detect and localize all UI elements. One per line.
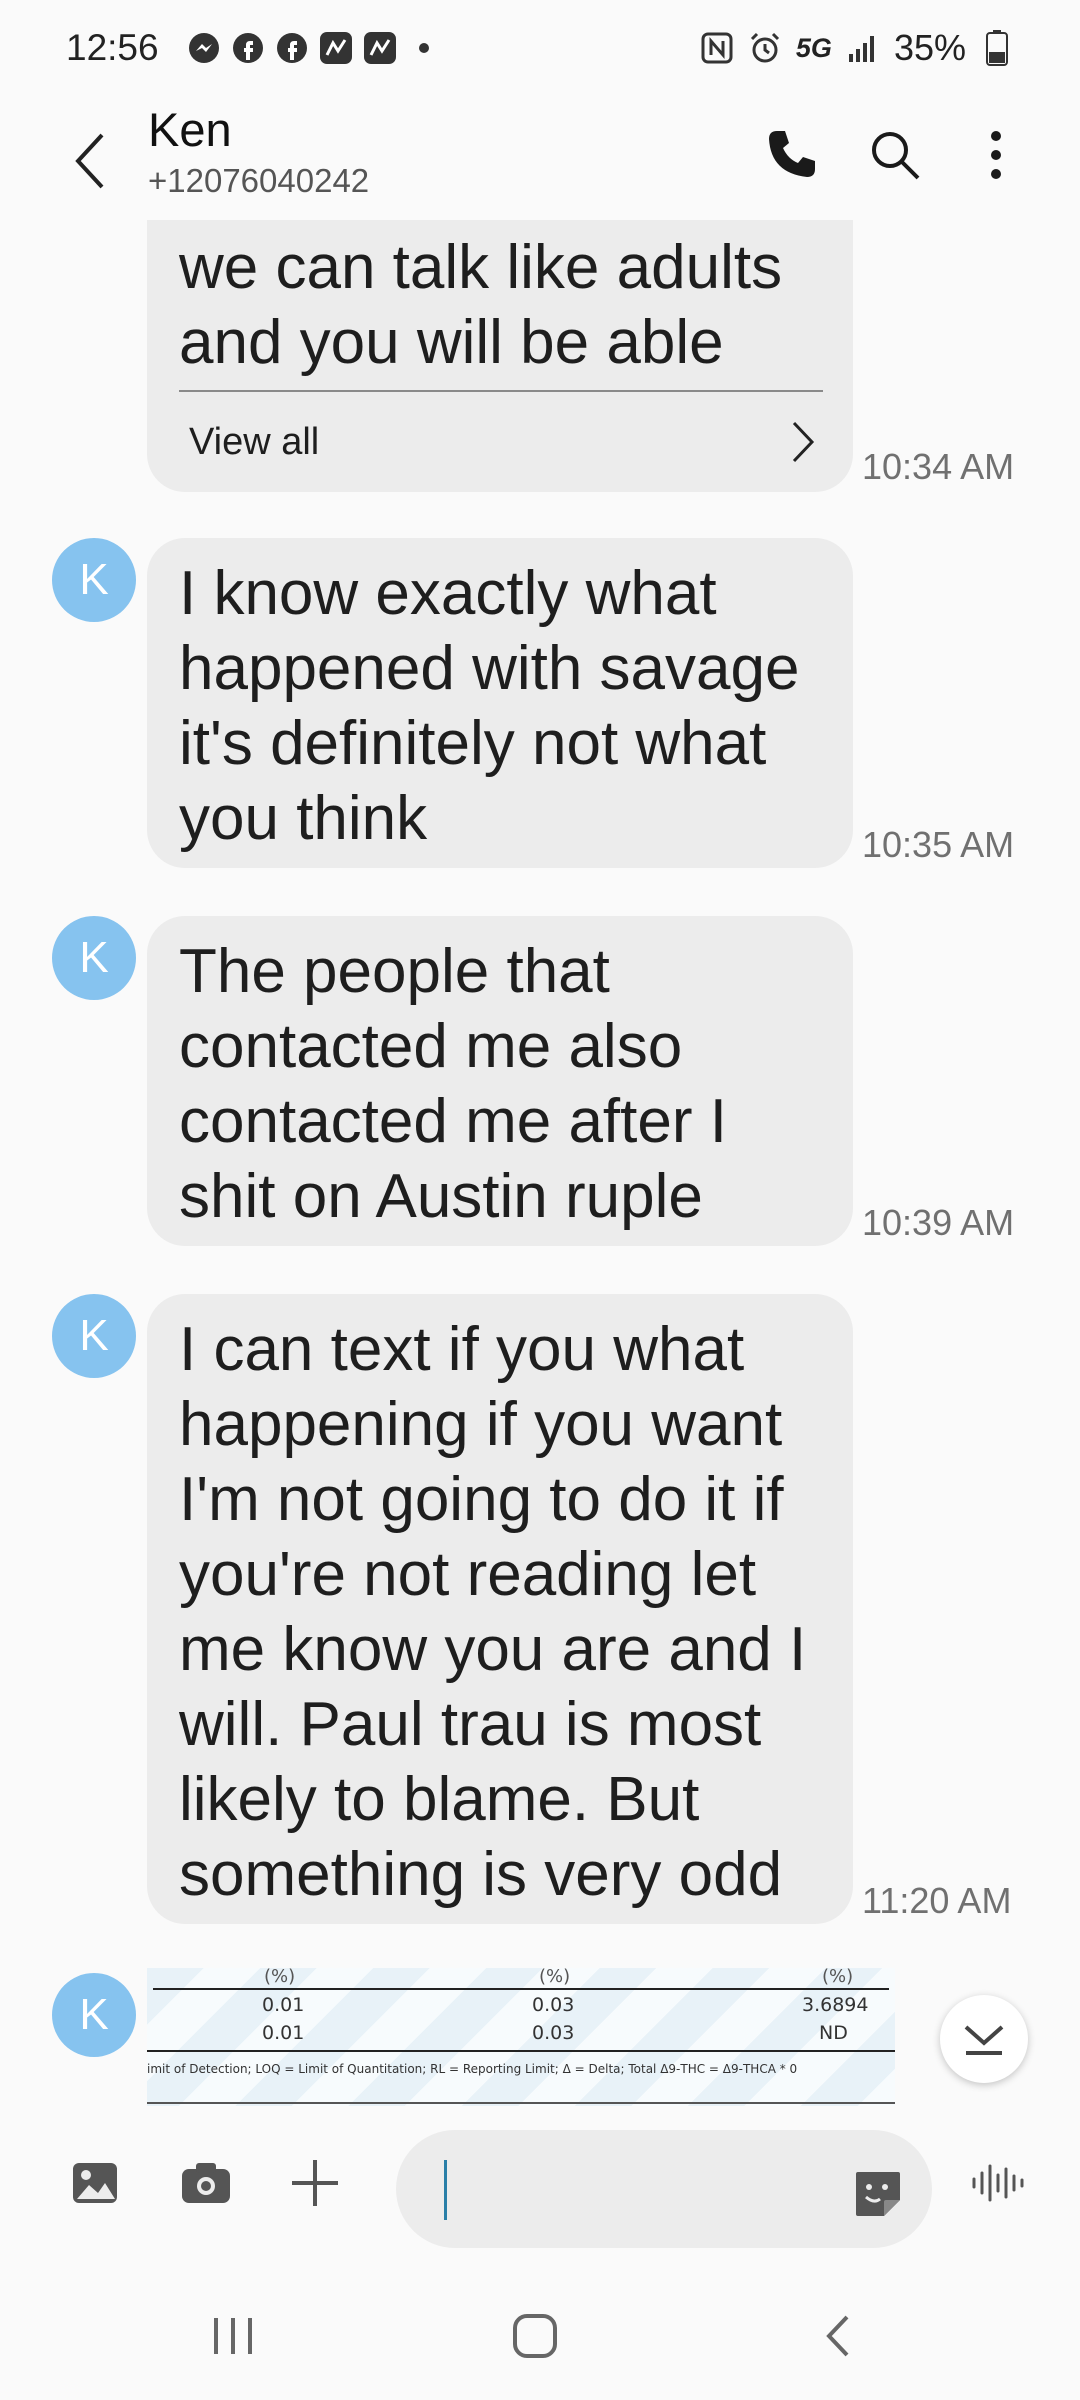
scroll-to-bottom-button[interactable] xyxy=(940,1995,1028,2083)
message-bubble[interactable]: The people that contacted me also contac… xyxy=(147,916,853,1246)
facebook-icon xyxy=(231,31,265,65)
view-all-label: View all xyxy=(189,420,320,463)
message-text: I know exactly what happened with savage… xyxy=(179,559,800,853)
message-timestamp: 10:39 AM xyxy=(862,1202,1015,1243)
table-cell: 0.03 xyxy=(532,1994,575,2016)
table-cell: ND xyxy=(819,2022,848,2044)
message-text: I can text if you what happening if you … xyxy=(179,1315,807,1909)
network-type: 5G xyxy=(795,32,832,63)
alarm-icon xyxy=(748,31,782,65)
table-cell: 3.6894 xyxy=(802,1994,869,2016)
table-rule xyxy=(147,2102,895,2104)
search-icon xyxy=(872,132,920,180)
avatar[interactable]: K xyxy=(52,916,136,1000)
table-header: (%) xyxy=(822,1968,854,1987)
more-vert-icon xyxy=(991,131,1001,179)
image-attachment[interactable]: (%) (%) (%) 0.01 0.03 3.6894 0.01 0.03 N… xyxy=(147,1968,895,2106)
scroll-down-icon xyxy=(964,2025,1004,2055)
system-navigation-bar xyxy=(0,2270,1080,2400)
nfc-icon xyxy=(700,31,734,65)
table-header: (%) xyxy=(539,1968,571,1987)
view-all-button[interactable]: View all xyxy=(179,390,823,492)
phone-icon xyxy=(769,131,815,177)
sticker-icon[interactable] xyxy=(852,2168,904,2220)
table-rule xyxy=(147,2050,895,2052)
app-notification-icon xyxy=(363,31,397,65)
table-header: (%) xyxy=(264,1968,296,1987)
back-button[interactable] xyxy=(60,116,120,206)
gallery-button[interactable] xyxy=(60,2148,130,2218)
contact-name[interactable]: Ken xyxy=(148,102,232,157)
avatar[interactable]: K xyxy=(52,538,136,622)
home-icon xyxy=(513,2314,557,2358)
chevron-right-icon xyxy=(783,417,823,467)
avatar[interactable]: K xyxy=(52,1973,136,2057)
more-notifications-dot-icon xyxy=(407,31,441,65)
call-button[interactable] xyxy=(756,120,826,190)
camera-button[interactable] xyxy=(171,2148,241,2218)
message-bubble[interactable]: I can text if you what happening if you … xyxy=(147,1294,853,1924)
app-notification-icon xyxy=(319,31,353,65)
battery-percent: 35% xyxy=(893,27,966,68)
message-timestamp: 10:35 AM xyxy=(862,824,1015,865)
table-rule xyxy=(153,1988,889,1990)
search-button[interactable] xyxy=(860,120,930,190)
table-cell: 0.01 xyxy=(262,1994,305,2016)
contact-number: +12076040242 xyxy=(148,162,370,199)
home-button[interactable] xyxy=(500,2306,570,2366)
table-cell: 0.01 xyxy=(262,2022,305,2044)
facebook-icon xyxy=(275,31,309,65)
voice-recorder-button[interactable] xyxy=(962,2148,1032,2218)
table-cell: 0.03 xyxy=(532,2022,575,2044)
recent-apps-button[interactable] xyxy=(198,2306,268,2366)
more-options-button[interactable] xyxy=(961,120,1031,190)
image-icon xyxy=(73,2163,117,2203)
avatar[interactable]: K xyxy=(52,1294,136,1378)
recents-icon xyxy=(214,2318,252,2354)
back-nav-button[interactable] xyxy=(803,2306,873,2366)
add-attachment-button[interactable] xyxy=(280,2148,350,2218)
camera-icon xyxy=(182,2163,230,2203)
message-text: we can talk like adults and you will be … xyxy=(179,233,783,377)
battery-icon xyxy=(980,30,1014,66)
compose-bar xyxy=(0,2120,1080,2260)
voice-wave-icon xyxy=(972,2164,1024,2202)
text-cursor xyxy=(444,2160,447,2220)
status-bar: 12:56 5G 35% xyxy=(0,0,1080,96)
message-text: The people that contacted me also contac… xyxy=(179,937,727,1231)
message-timestamp: 10:34 AM xyxy=(862,446,1015,487)
plus-icon xyxy=(292,2160,338,2206)
back-icon xyxy=(826,2315,849,2357)
status-time: 12:56 xyxy=(66,27,159,68)
lab-results-table-image: (%) (%) (%) 0.01 0.03 3.6894 0.01 0.03 N… xyxy=(147,1968,895,2106)
conversation-header: Ken +12076040242 xyxy=(0,96,1080,220)
messenger-icon xyxy=(187,31,221,65)
table-footnote: imit of Detection; LOQ = Limit of Quanti… xyxy=(147,2062,798,2076)
message-input[interactable] xyxy=(396,2130,932,2248)
signal-icon xyxy=(846,31,880,65)
message-timestamp: 11:20 AM xyxy=(862,1880,1012,1921)
message-bubble[interactable]: I know exactly what happened with savage… xyxy=(147,538,853,868)
